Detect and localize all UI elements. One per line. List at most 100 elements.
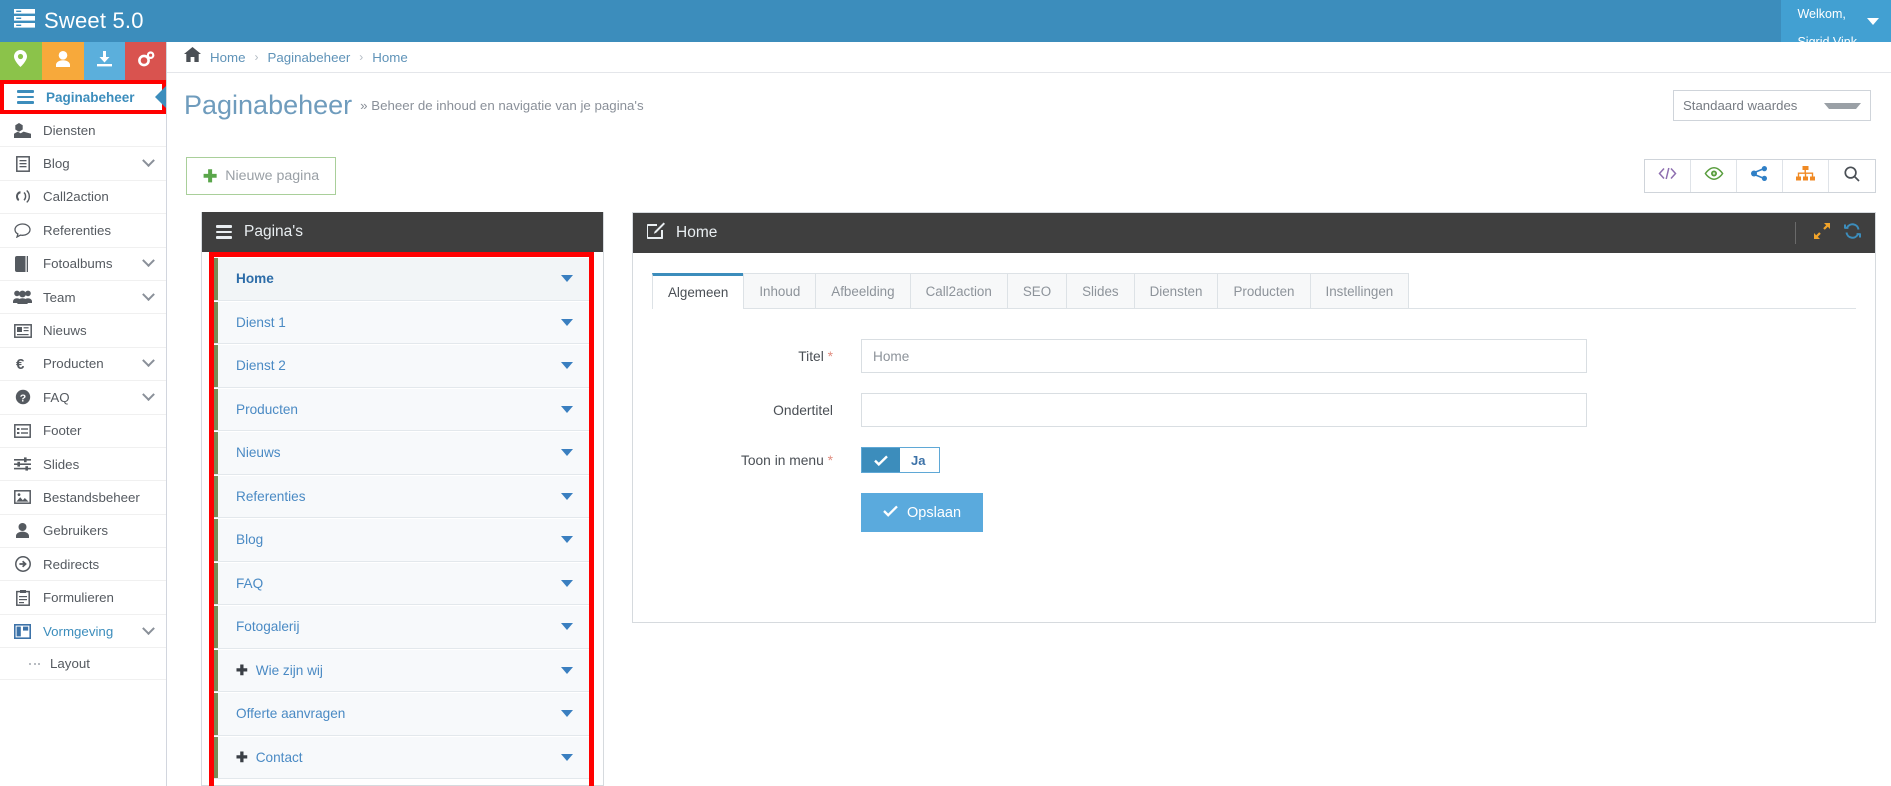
page-list-item-label: Dienst 1: [236, 314, 286, 330]
caret-down-icon[interactable]: [561, 579, 573, 587]
caret-down-icon[interactable]: [561, 536, 573, 544]
sidebar-item-label: Footer: [43, 423, 82, 439]
quick-action-map[interactable]: [0, 42, 42, 80]
quick-action-settings[interactable]: [125, 42, 166, 80]
tab-algemeen[interactable]: Algemeen: [652, 273, 745, 309]
share-button[interactable]: [1737, 160, 1783, 192]
quick-action-download[interactable]: [83, 42, 126, 80]
sidebar-item-gebruikers[interactable]: Gebruikers: [0, 514, 166, 549]
image-icon: [13, 490, 32, 505]
chevron-down-icon: [142, 388, 155, 401]
clipboard-icon: [13, 589, 32, 606]
view-tools-group: [1644, 159, 1876, 193]
caret-down-icon[interactable]: [561, 710, 573, 718]
save-button-label: Opslaan: [907, 504, 962, 521]
save-button[interactable]: Opslaan: [861, 493, 984, 532]
sidebar-item-label: Referenties: [43, 222, 111, 238]
caret-down-icon[interactable]: [561, 405, 573, 413]
tab-inhoud[interactable]: Inhoud: [743, 273, 817, 308]
sidebar-item-producten[interactable]: € Producten: [0, 347, 166, 382]
server-stack-icon: [14, 8, 35, 34]
sidebar-item-call2action[interactable]: Call2action: [0, 180, 166, 215]
code-view-button[interactable]: [1645, 160, 1691, 192]
sidebar-item-formulieren[interactable]: Formulieren: [0, 581, 166, 615]
form-row-ondertitel: Ondertitel: [633, 393, 1875, 427]
tab-afbeelding[interactable]: Afbeelding: [815, 273, 911, 308]
sidebar-item-label: Diensten: [43, 122, 96, 138]
page-list-item[interactable]: Blog: [214, 518, 589, 562]
page-list-item[interactable]: Offerte aanvragen: [214, 692, 589, 736]
quick-action-user[interactable]: [41, 42, 84, 80]
caret-down-icon[interactable]: [561, 362, 573, 370]
sitemap-button[interactable]: [1783, 160, 1829, 192]
ondertitel-input[interactable]: [861, 393, 1587, 427]
sidebar-item-paginabeheer[interactable]: Paginabeheer: [0, 80, 166, 114]
code-icon: [1658, 167, 1677, 185]
standard-values-select[interactable]: Standaard waardes: [1673, 90, 1871, 121]
page-list-item-label: FAQ: [236, 575, 264, 591]
toon-in-menu-label: Toon in menu *: [633, 453, 861, 468]
search-button[interactable]: [1829, 160, 1875, 192]
sidebar-item-diensten[interactable]: Diensten: [0, 114, 166, 148]
page-list-item[interactable]: Referenties: [214, 474, 589, 518]
sidebar-item-blog[interactable]: Blog: [0, 147, 166, 181]
search-icon: [1844, 165, 1860, 187]
top-header-bar: Sweet 5.0 Welkom, Sigrid Vink: [0, 0, 1891, 49]
caret-down-icon[interactable]: [561, 318, 573, 326]
page-list-item[interactable]: Dienst 1: [214, 300, 589, 344]
home-icon[interactable]: [184, 47, 201, 67]
breadcrumb-item-0[interactable]: Home: [210, 50, 245, 65]
page-list-item[interactable]: Home: [214, 257, 589, 301]
tab-producten[interactable]: Producten: [1217, 273, 1311, 308]
breadcrumb-separator: ›: [254, 50, 259, 64]
caret-down-icon[interactable]: [561, 666, 573, 674]
required-marker: *: [827, 452, 833, 468]
new-page-button[interactable]: ✚ Nieuwe pagina: [186, 157, 337, 195]
breadcrumb-item-1[interactable]: Paginabeheer: [267, 50, 350, 65]
caret-down-icon[interactable]: [561, 623, 573, 631]
tab-diensten[interactable]: Diensten: [1133, 273, 1219, 308]
page-list-item[interactable]: ✚ Wie zijn wij: [214, 648, 589, 692]
tab-slides[interactable]: Slides: [1066, 273, 1135, 308]
pages-list: Home Dienst 1 Dienst 2 Producten Nieuws …: [214, 257, 589, 779]
share-icon: [1751, 166, 1768, 186]
titel-input[interactable]: [861, 339, 1587, 373]
sidebar-item-fotoalbums[interactable]: Fotoalbums: [0, 247, 166, 281]
sidebar-item-faq[interactable]: ? FAQ: [0, 381, 166, 415]
toon-in-menu-toggle[interactable]: Ja: [861, 447, 941, 473]
breadcrumb-item-2[interactable]: Home: [372, 50, 407, 65]
sidebar-item-vormgeving[interactable]: Vormgeving: [0, 614, 166, 649]
sidebar-item-slides[interactable]: Slides: [0, 447, 166, 482]
sidebar-item-redirects[interactable]: Redirects: [0, 548, 166, 582]
sidebar-subitem-layout[interactable]: Layout: [0, 648, 166, 681]
page-list-item-label: Producten: [236, 401, 298, 417]
preview-button[interactable]: [1691, 160, 1737, 192]
page-list-item[interactable]: Producten: [214, 387, 589, 431]
form-row-titel: Titel *: [633, 339, 1875, 373]
user-menu[interactable]: Welkom, Sigrid Vink: [1781, 0, 1891, 49]
expand-arrows-icon[interactable]: [1814, 222, 1830, 244]
page-list-item[interactable]: Nieuws: [214, 431, 589, 475]
caret-down-icon[interactable]: [561, 492, 573, 500]
sidebar-item-footer[interactable]: Footer: [0, 414, 166, 448]
page-list-item[interactable]: Dienst 2: [214, 344, 589, 388]
caret-down-icon[interactable]: [561, 753, 573, 761]
page-list-item-label: Dienst 2: [236, 358, 286, 374]
app-brand[interactable]: Sweet 5.0: [0, 8, 144, 34]
caret-down-icon[interactable]: [561, 449, 573, 457]
edit-panel: Home Algemeen Inhoud Afbeelding Call2act…: [632, 212, 1876, 623]
sidebar-item-nieuws[interactable]: Nieuws: [0, 314, 166, 348]
sidebar-item-referenties[interactable]: Referenties: [0, 214, 166, 248]
tab-seo[interactable]: SEO: [1006, 273, 1068, 308]
tab-call2action[interactable]: Call2action: [909, 273, 1008, 308]
page-list-item[interactable]: Fotogalerij: [214, 605, 589, 649]
cubes-icon: [13, 122, 32, 138]
sidebar-item-team[interactable]: Team: [0, 280, 166, 315]
tree-connector-icon: [29, 662, 40, 665]
tab-instellingen[interactable]: Instellingen: [1309, 273, 1410, 308]
caret-down-icon[interactable]: [561, 275, 573, 283]
page-list-item[interactable]: ✚ Contact: [214, 735, 589, 779]
page-list-item[interactable]: FAQ: [214, 561, 589, 605]
sidebar-item-bestandsbeheer[interactable]: Bestandsbeheer: [0, 481, 166, 515]
refresh-icon[interactable]: [1844, 222, 1861, 244]
